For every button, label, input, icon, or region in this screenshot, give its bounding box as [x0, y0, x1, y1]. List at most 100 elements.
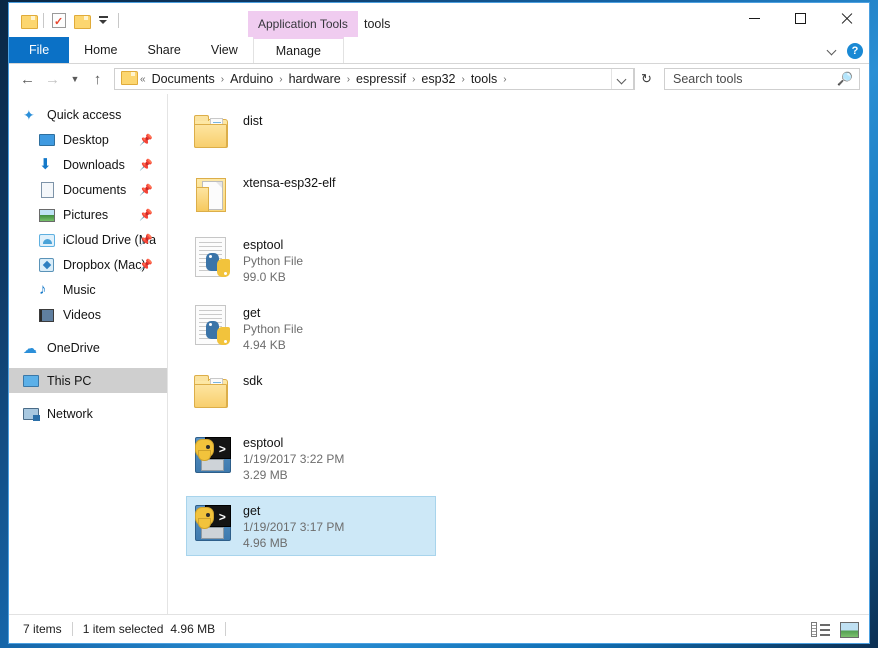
quick-access-toolbar: ✓	[9, 3, 123, 37]
tab-home[interactable]: Home	[69, 37, 132, 63]
contextual-tools-header: Application Tools	[248, 11, 358, 37]
pin-icon[interactable]: 📌	[139, 208, 153, 221]
tab-manage[interactable]: Manage	[253, 37, 344, 63]
help-label: ?	[852, 45, 859, 57]
chevron-down-icon[interactable]	[828, 46, 837, 55]
refresh-button[interactable]: ↻	[634, 68, 658, 90]
pin-icon[interactable]: 📌	[139, 233, 153, 246]
breadcrumb-sep-5[interactable]: ›	[502, 74, 507, 85]
folder-doc-icon	[191, 173, 235, 217]
up-button[interactable]: ↑	[85, 66, 110, 92]
properties-icon[interactable]: ✓	[48, 3, 70, 37]
network-icon	[23, 406, 40, 422]
pin-icon[interactable]: 📌	[139, 133, 153, 146]
list-item-text: get 1/19/2017 3:17 PM 4.96 MB	[243, 501, 344, 551]
breadcrumb-folder-icon	[121, 70, 136, 88]
item-count: 7 items	[23, 622, 62, 636]
sidebar-item-onedrive[interactable]: ☁ OneDrive	[9, 335, 167, 360]
sidebar-label-music: Music	[63, 283, 96, 297]
customize-icon[interactable]	[92, 3, 114, 37]
selection-size: 4.96 MB	[170, 622, 215, 636]
ribbon-right-controls: ?	[828, 37, 863, 64]
list-item[interactable]: get Python File 4.94 KB	[186, 298, 436, 358]
sidebar-item-this-pc[interactable]: This PC	[9, 368, 167, 393]
list-item-name: esptool	[243, 237, 303, 253]
search-icon: 🔍	[837, 71, 853, 87]
breadcrumb-item-arduino[interactable]: Arduino	[225, 72, 278, 86]
tab-share[interactable]: Share	[133, 37, 196, 63]
list-item-text: esptool 1/19/2017 3:22 PM 3.29 MB	[243, 433, 344, 483]
list-item-name: get	[243, 305, 303, 321]
list-item[interactable]: esptool Python File 99.0 KB	[186, 230, 436, 290]
contextual-tools-label: Application Tools	[258, 17, 348, 31]
tab-view[interactable]: View	[196, 37, 253, 63]
pin-icon[interactable]: 📌	[139, 158, 153, 171]
list-item-size: 4.94 KB	[243, 337, 303, 353]
new-folder-icon[interactable]	[70, 3, 92, 37]
list-item-name: get	[243, 503, 344, 519]
pin-icon[interactable]: 📌	[139, 183, 153, 196]
sidebar-item-quick-access[interactable]: ✦ Quick access	[9, 102, 167, 127]
list-item[interactable]: dist	[186, 106, 436, 160]
forward-button[interactable]: →	[40, 66, 65, 92]
sidebar-item-documents[interactable]: Documents 📌	[9, 177, 167, 202]
address-bar[interactable]: « Documents › Arduino › hardware › espre…	[114, 68, 634, 90]
sidebar-label-quick-access: Quick access	[47, 108, 121, 122]
sidebar-item-music[interactable]: ♪ Music	[9, 277, 167, 302]
back-button[interactable]: ←	[15, 66, 40, 92]
list-item-name: dist	[243, 113, 262, 129]
close-button[interactable]	[823, 3, 869, 33]
list-item-type: Python File	[243, 321, 303, 337]
tab-file-label: File	[29, 43, 49, 57]
list-item-type: Python File	[243, 253, 303, 269]
breadcrumb-item-espressif[interactable]: espressif	[351, 72, 411, 86]
python-file-icon	[191, 303, 235, 347]
ribbon-tab-strip: File Home Share View Manage ?	[9, 37, 869, 64]
thumbnail-view-button[interactable]	[840, 622, 859, 638]
sidebar-item-network[interactable]: Network	[9, 401, 167, 426]
list-item-size: 99.0 KB	[243, 269, 303, 285]
maximize-button[interactable]	[777, 3, 823, 33]
video-icon	[39, 307, 56, 323]
python-application-icon: >	[191, 433, 235, 477]
sidebar-item-desktop[interactable]: Desktop 📌	[9, 127, 167, 152]
list-item-name: xtensa-esp32-elf	[243, 175, 335, 191]
list-item[interactable]: xtensa-esp32-elf	[186, 168, 436, 222]
recent-locations-button[interactable]: ▼	[65, 66, 85, 92]
list-item[interactable]: sdk	[186, 366, 436, 420]
breadcrumb-overflow[interactable]: «	[139, 74, 147, 85]
pin-icon[interactable]: 📌	[139, 258, 153, 271]
tab-file[interactable]: File	[9, 37, 69, 63]
list-item[interactable]: > esptool 1/19/2017 3:22 PM 3.29 MB	[186, 428, 436, 488]
breadcrumb-item-hardware[interactable]: hardware	[284, 72, 346, 86]
list-item-text: sdk	[243, 371, 262, 389]
nav-group-spacer-1	[9, 327, 167, 335]
breadcrumb-item-documents[interactable]: Documents	[147, 72, 220, 86]
sidebar-item-pictures[interactable]: Pictures 📌	[9, 202, 167, 227]
list-item-text: get Python File 4.94 KB	[243, 303, 303, 353]
search-box[interactable]: Search tools 🔍	[664, 68, 860, 90]
sidebar-item-videos[interactable]: Videos	[9, 302, 167, 327]
list-item-text: dist	[243, 111, 262, 129]
tab-home-label: Home	[84, 43, 117, 57]
search-input[interactable]: Search tools	[673, 72, 742, 86]
breadcrumb-item-tools[interactable]: tools	[466, 72, 502, 86]
file-list-pane[interactable]: dist xtensa-esp32-elf	[168, 94, 869, 614]
download-icon: ⬇	[39, 157, 56, 173]
list-item[interactable]: > get 1/19/2017 3:17 PM 4.96 MB	[186, 496, 436, 556]
breadcrumb-item-esp32[interactable]: esp32	[416, 72, 460, 86]
music-icon: ♪	[39, 282, 56, 298]
desktop-icon	[39, 132, 56, 148]
sidebar-item-downloads[interactable]: ⬇ Downloads 📌	[9, 152, 167, 177]
folder-icon[interactable]	[17, 3, 39, 37]
sidebar-label-onedrive: OneDrive	[47, 341, 100, 355]
sidebar-item-icloud-drive[interactable]: iCloud Drive (Ma 📌	[9, 227, 167, 252]
sidebar-item-dropbox[interactable]: Dropbox (Mac) 📌	[9, 252, 167, 277]
help-icon[interactable]: ?	[847, 43, 863, 59]
window-title: tools	[364, 11, 390, 37]
address-dropdown-button[interactable]	[611, 69, 633, 89]
list-item-name: sdk	[243, 373, 262, 389]
minimize-button[interactable]	[731, 3, 777, 33]
explorer-window: ✓ Application Tools tools File Home Shar…	[8, 2, 870, 644]
details-view-button[interactable]	[811, 621, 830, 638]
